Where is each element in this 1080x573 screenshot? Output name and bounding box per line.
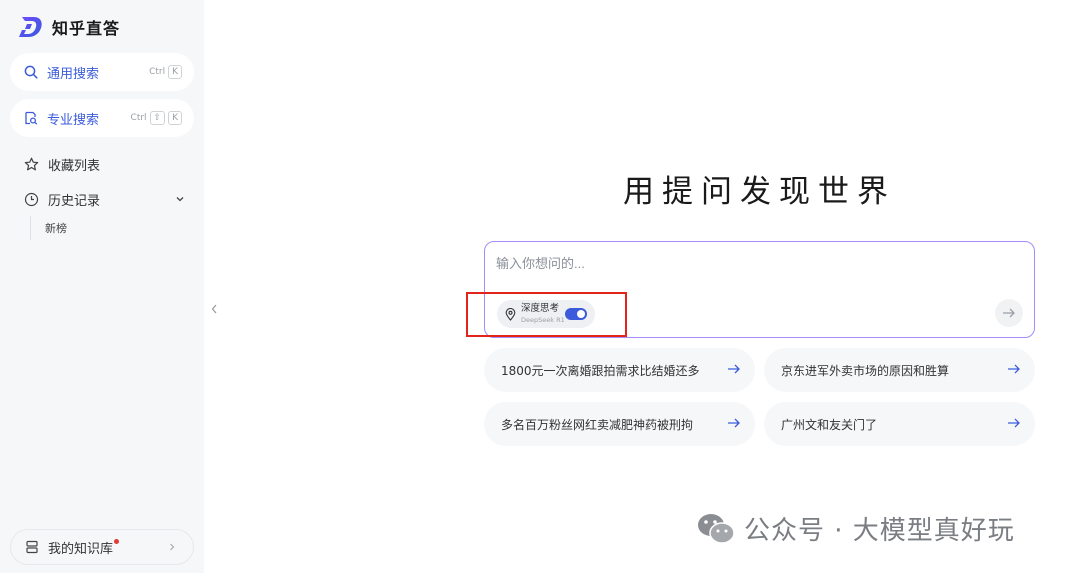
clock-icon [24,192,39,207]
arrow-right-icon [728,364,740,374]
watermark: 公众号 · 大模型真好玩 [696,510,1015,547]
annotation-highlight-box [466,292,627,337]
pro-search-shortcut: Ctrl ⇧ K [131,111,182,125]
suggestion-label: 广州文和友关门了 [781,417,878,432]
app-name: 知乎直答 [52,19,121,38]
sidebar-item-favorites[interactable]: 收藏列表 [24,155,100,174]
star-icon [24,157,39,171]
chevron-right-icon [170,543,175,551]
history-item[interactable]: 新榜 [45,220,67,236]
suggestion-item[interactable]: 京东进军外卖市场的原因和胜算 [764,348,1035,392]
watermark-text: 公众号 · 大模型真好玩 [744,516,1015,546]
document-search-icon [25,111,38,125]
suggestion-item[interactable]: 广州文和友关门了 [764,402,1035,446]
shortcut-key: K [168,111,182,125]
shortcut-key: ⇧ [149,111,166,125]
page-title: 用提问发现世界 [623,174,896,210]
sidebar-item-history[interactable]: 历史记录 [24,190,100,209]
suggestion-label: 多名百万粉丝网红卖减肥神药被刑拘 [501,417,694,432]
zhihu-logo-icon [19,17,42,37]
app-logo[interactable]: 知乎直答 [18,15,120,39]
wechat-icon [698,513,735,544]
general-search-label: 通用搜索 [47,66,100,82]
sidebar: 知乎直答 通用搜索 Ctrl K 专业搜索 Ctrl ⇧ K 收藏列表 历史记录… [0,0,204,573]
knowledge-base-button[interactable]: 我的知识库 [10,529,194,565]
favorites-label: 收藏列表 [48,159,101,174]
history-list: 新榜 [30,216,67,240]
database-icon [26,540,38,554]
history-label: 历史记录 [48,194,101,209]
suggestion-label: 1800元一次离婚跟拍需求比结婚还多 [501,363,700,378]
arrow-right-icon [1008,418,1020,428]
search-icon [24,65,38,79]
send-button[interactable] [995,299,1023,327]
chevron-down-icon[interactable] [174,193,186,205]
collapse-sidebar-icon[interactable] [208,300,220,318]
suggestion-item[interactable]: 1800元一次离婚跟拍需求比结婚还多 [484,348,755,392]
notification-dot [114,538,120,544]
pro-search-label: 专业搜索 [47,112,100,128]
shortcut-key: K [168,65,182,79]
arrow-right-icon [1008,364,1020,374]
general-search-button[interactable]: 通用搜索 Ctrl K [10,53,194,91]
general-search-shortcut: Ctrl K [149,65,182,79]
pro-search-button[interactable]: 专业搜索 Ctrl ⇧ K [10,99,194,137]
knowledge-base-label: 我的知识库 [48,541,114,557]
suggestion-label: 京东进军外卖市场的原因和胜算 [781,363,950,378]
suggestion-item[interactable]: 多名百万粉丝网红卖减肥神药被刑拘 [484,402,755,446]
search-input[interactable] [496,252,1016,274]
arrow-right-icon [728,418,740,428]
arrow-right-icon [1003,308,1015,318]
shortcut-key: Ctrl [130,113,147,123]
shortcut-key: Ctrl [149,67,166,77]
